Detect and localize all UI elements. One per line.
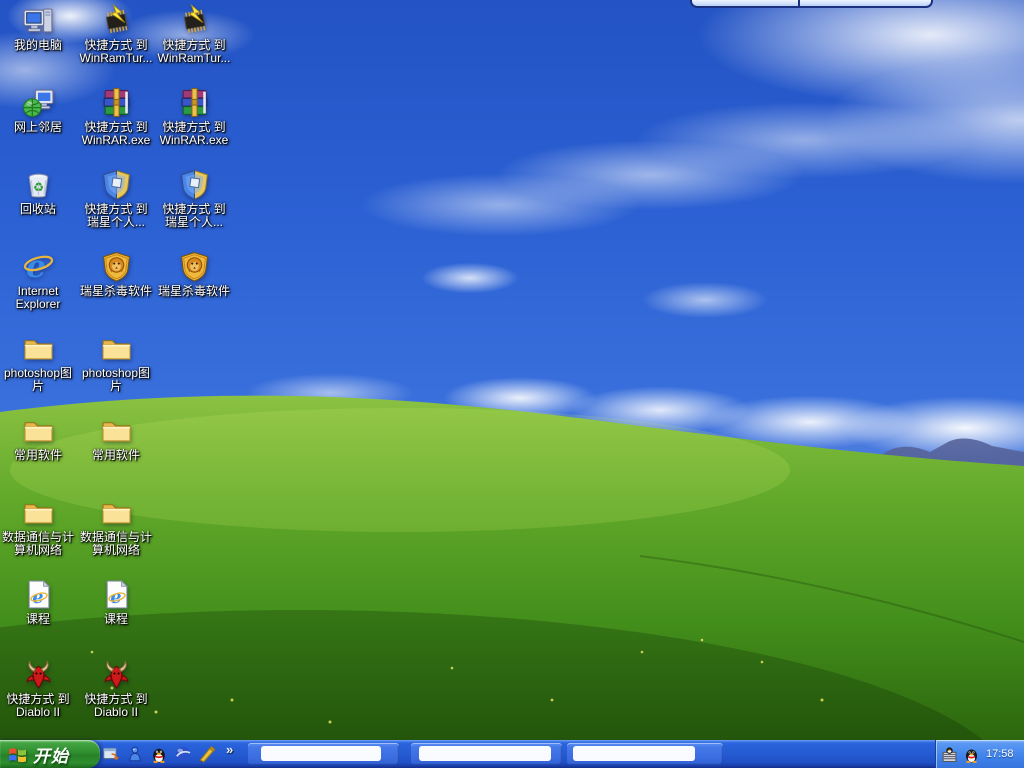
desktop-icon-network-places[interactable]: 网上邻居 bbox=[0, 86, 76, 134]
folder-icon bbox=[100, 332, 133, 365]
ie-document-icon bbox=[22, 578, 55, 611]
icon-label: photoshop图 片 bbox=[82, 367, 150, 393]
gold-pen-icon[interactable] bbox=[198, 745, 216, 763]
network-places-icon bbox=[22, 86, 55, 119]
icon-label: 快捷方式 到 WinRAR.exe bbox=[160, 121, 229, 147]
icon-label: 常用软件 bbox=[92, 449, 140, 462]
desktop-icon-course[interactable]: 课程 bbox=[78, 578, 154, 626]
diablo2-icon bbox=[22, 658, 55, 691]
desktop-icon-rising-firewall-shortcut[interactable]: 快捷方式 到 瑞星个人... bbox=[78, 168, 154, 229]
icon-label: 瑞星杀毒软件 bbox=[80, 285, 152, 298]
offscreen-window-fragment-left[interactable] bbox=[690, 0, 800, 8]
desktop-icon-rising-antivirus[interactable]: 瑞星杀毒软件 bbox=[156, 250, 232, 298]
qq-away-tray-icon[interactable] bbox=[941, 746, 958, 763]
offscreen-window-fragment-right[interactable] bbox=[800, 0, 933, 8]
system-tray: 17:58 bbox=[935, 740, 1024, 768]
show-desktop-window-icon[interactable] bbox=[102, 745, 120, 763]
diablo2-icon bbox=[100, 658, 133, 691]
ram-chip-icon bbox=[100, 4, 133, 37]
icon-label: photoshop图 片 bbox=[4, 367, 72, 393]
desktop-icon-datacomm-folder[interactable]: 数据通信与计 算机网络 bbox=[0, 496, 76, 557]
icon-label: Internet Explorer bbox=[16, 285, 61, 311]
desktop-icon-photoshop-folder[interactable]: photoshop图 片 bbox=[0, 332, 76, 393]
icon-label: 快捷方式 到 瑞星个人... bbox=[84, 203, 147, 229]
icon-label: 快捷方式 到 Diablo II bbox=[84, 693, 147, 719]
task-button-3[interactable] bbox=[567, 743, 723, 765]
blue-globe-icon[interactable] bbox=[174, 745, 192, 763]
desktop-icon-common-software-folder[interactable]: 常用软件 bbox=[0, 414, 76, 462]
recycle-bin-icon bbox=[22, 168, 55, 201]
desktop-icon-winrar-shortcut[interactable]: 快捷方式 到 WinRAR.exe bbox=[156, 86, 232, 147]
desktop-icon-rising-antivirus[interactable]: 瑞星杀毒软件 bbox=[78, 250, 154, 298]
icon-label: 网上邻居 bbox=[14, 121, 62, 134]
icon-label: 课程 bbox=[26, 613, 50, 626]
winrar-icon bbox=[178, 86, 211, 119]
windows-messenger-icon[interactable] bbox=[126, 745, 144, 763]
icon-label: 数据通信与计 算机网络 bbox=[2, 531, 74, 557]
rising-firewall-icon bbox=[178, 168, 211, 201]
ram-chip-icon bbox=[178, 4, 211, 37]
start-button-label: 开始 bbox=[33, 742, 69, 767]
ie-document-icon bbox=[100, 578, 133, 611]
task-button-label bbox=[261, 746, 381, 761]
desktop-icon-diablo2-shortcut[interactable]: 快捷方式 到 Diablo II bbox=[78, 658, 154, 719]
desktop-icon-my-computer[interactable]: 我的电脑 bbox=[0, 4, 76, 52]
task-button-label bbox=[573, 746, 695, 761]
icon-label: 常用软件 bbox=[14, 449, 62, 462]
qq-penguin-icon[interactable] bbox=[150, 745, 168, 763]
icon-label: 快捷方式 到 WinRamTur... bbox=[158, 39, 231, 65]
quick-launch-more-chevron[interactable]: » bbox=[226, 742, 233, 757]
desktop-icon-recycle-bin[interactable]: 回收站 bbox=[0, 168, 76, 216]
offscreen-window-fragment[interactable] bbox=[690, 0, 933, 8]
desktop-icon-diablo2-shortcut[interactable]: 快捷方式 到 Diablo II bbox=[0, 658, 76, 719]
task-button-label bbox=[419, 746, 551, 761]
desktop-icon-course[interactable]: 课程 bbox=[0, 578, 76, 626]
icon-label: 回收站 bbox=[20, 203, 56, 216]
icon-label: 我的电脑 bbox=[14, 39, 62, 52]
windows-logo-icon bbox=[7, 745, 28, 764]
folder-icon bbox=[22, 332, 55, 365]
rising-antivirus-icon bbox=[100, 250, 133, 283]
icon-label: 课程 bbox=[104, 613, 128, 626]
start-button[interactable]: 开始 bbox=[0, 740, 100, 768]
internet-explorer-icon bbox=[22, 250, 55, 283]
desktop-icon-rising-firewall-shortcut[interactable]: 快捷方式 到 瑞星个人... bbox=[156, 168, 232, 229]
windows-xp-desktop-screen: 我的电脑 网上邻居 回收站 Internet Explorer photosho… bbox=[0, 0, 1024, 768]
icon-label: 快捷方式 到 WinRamTur... bbox=[80, 39, 153, 65]
desktop-icon-common-software-folder[interactable]: 常用软件 bbox=[78, 414, 154, 462]
taskbar: 开始 » 17:58 bbox=[0, 740, 1024, 768]
folder-icon bbox=[100, 414, 133, 447]
folder-icon bbox=[22, 496, 55, 529]
qq-online-tray-icon[interactable] bbox=[963, 746, 980, 763]
desktop-icon-datacomm-folder[interactable]: 数据通信与计 算机网络 bbox=[78, 496, 154, 557]
rising-firewall-icon bbox=[100, 168, 133, 201]
icon-label: 数据通信与计 算机网络 bbox=[80, 531, 152, 557]
desktop-icon-winramturbo-shortcut[interactable]: 快捷方式 到 WinRamTur... bbox=[156, 4, 232, 65]
winrar-icon bbox=[100, 86, 133, 119]
icon-label: 快捷方式 到 WinRAR.exe bbox=[82, 121, 151, 147]
rising-antivirus-icon bbox=[178, 250, 211, 283]
icon-label: 快捷方式 到 Diablo II bbox=[6, 693, 69, 719]
task-button-1[interactable] bbox=[248, 743, 399, 765]
taskbar-clock[interactable]: 17:58 bbox=[986, 748, 1014, 760]
icon-label: 瑞星杀毒软件 bbox=[158, 285, 230, 298]
folder-icon bbox=[100, 496, 133, 529]
desktop-icon-winramturbo-shortcut[interactable]: 快捷方式 到 WinRamTur... bbox=[78, 4, 154, 65]
folder-icon bbox=[22, 414, 55, 447]
desktop-icon-photoshop-folder[interactable]: photoshop图 片 bbox=[78, 332, 154, 393]
desktop-icon-internet-explorer[interactable]: Internet Explorer bbox=[0, 250, 76, 311]
icon-label: 快捷方式 到 瑞星个人... bbox=[162, 203, 225, 229]
desktop-icon-winrar-shortcut[interactable]: 快捷方式 到 WinRAR.exe bbox=[78, 86, 154, 147]
task-button-2[interactable] bbox=[411, 743, 562, 765]
my-computer-icon bbox=[22, 4, 55, 37]
